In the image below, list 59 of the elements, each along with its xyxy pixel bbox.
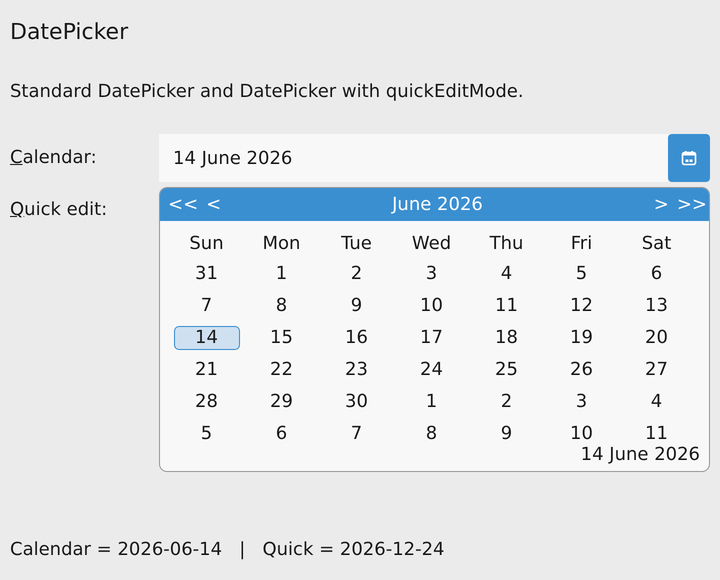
calendar-day[interactable]: 5 (576, 262, 588, 286)
calendar-day[interactable]: 11 (495, 294, 518, 318)
calendar-day[interactable]: 11 (645, 422, 668, 446)
description-text: Standard DatePicker and DatePicker with quickEditMode. (10, 81, 525, 102)
field-label: Calendar: (10, 146, 98, 168)
calendar-day[interactable]: 9 (350, 294, 362, 318)
calendar-day[interactable]: 4 (650, 390, 662, 414)
calendar-day[interactable]: 17 (420, 326, 443, 350)
calendar-day[interactable]: 18 (495, 326, 518, 350)
calendar-day[interactable]: 2 (350, 262, 362, 286)
calendar-button[interactable] (668, 134, 710, 182)
calendar-day[interactable]: 13 (645, 294, 668, 318)
field-label: Quick edit: (10, 198, 108, 220)
calendar-day[interactable]: 15 (270, 326, 293, 350)
calendar-day[interactable]: 22 (270, 358, 293, 382)
calendar-day[interactable]: 16 (345, 326, 368, 350)
calendar-day[interactable]: 26 (570, 358, 593, 382)
calendar-day[interactable]: 5 (200, 422, 212, 446)
calendar-day[interactable]: 4 (500, 262, 512, 286)
month-title: June 2026 (390, 194, 484, 215)
calendar-day[interactable]: 30 (345, 390, 368, 414)
page-title: DatePicker (10, 20, 130, 47)
calendar-day[interactable]: 23 (345, 358, 368, 382)
calendar-day[interactable]: 27 (645, 358, 668, 382)
calendar-day[interactable]: 19 (570, 326, 593, 350)
today-label: 14 June 2026 (580, 444, 700, 465)
weekday-label: Sat (642, 233, 672, 256)
calendar-day[interactable]: 9 (500, 422, 512, 446)
calendar-day[interactable]: 10 (570, 422, 593, 446)
weekday-label: Fri (570, 233, 592, 256)
calendar-day[interactable]: 8 (426, 422, 438, 446)
calendar-day[interactable]: 29 (270, 390, 293, 414)
calendar-day[interactable]: 24 (420, 358, 443, 382)
calendar-day[interactable]: 12 (570, 294, 593, 318)
weekday-label: Sun (189, 233, 224, 256)
status-text: Calendar = 2026-06-14 | Quick = 2026-12-24 (10, 539, 446, 560)
weekday-label: Wed (412, 233, 452, 256)
calendar-day[interactable]: 28 (195, 390, 218, 414)
calendar-day[interactable]: 7 (350, 422, 362, 446)
calendar-icon (681, 150, 697, 166)
calendar-day[interactable]: 14 (174, 326, 240, 350)
weekday-label: Thu (490, 233, 524, 256)
calendar-day[interactable]: 3 (576, 390, 588, 414)
date-field[interactable]: 14 June 2026 (159, 134, 668, 182)
calendar-day[interactable]: 25 (495, 358, 518, 382)
calendar-day[interactable]: 7 (200, 294, 212, 318)
calendar-day[interactable]: 8 (276, 294, 288, 318)
calendar-day[interactable]: 21 (195, 358, 218, 382)
calendar-day[interactable]: 3 (426, 262, 438, 286)
calendar-day[interactable]: 20 (645, 326, 668, 350)
calendar-day[interactable]: 1 (276, 262, 288, 286)
calendar-day[interactable]: 10 (420, 294, 443, 318)
calendar-day[interactable]: 6 (650, 262, 662, 286)
calendar-day[interactable]: 6 (276, 422, 288, 446)
weekday-label: Mon (262, 233, 300, 256)
weekday-label: Tue (341, 233, 372, 256)
calendar-day[interactable]: 2 (500, 390, 512, 414)
calendar-day[interactable]: 1 (426, 390, 438, 414)
calendar-day[interactable]: 31 (195, 262, 218, 286)
